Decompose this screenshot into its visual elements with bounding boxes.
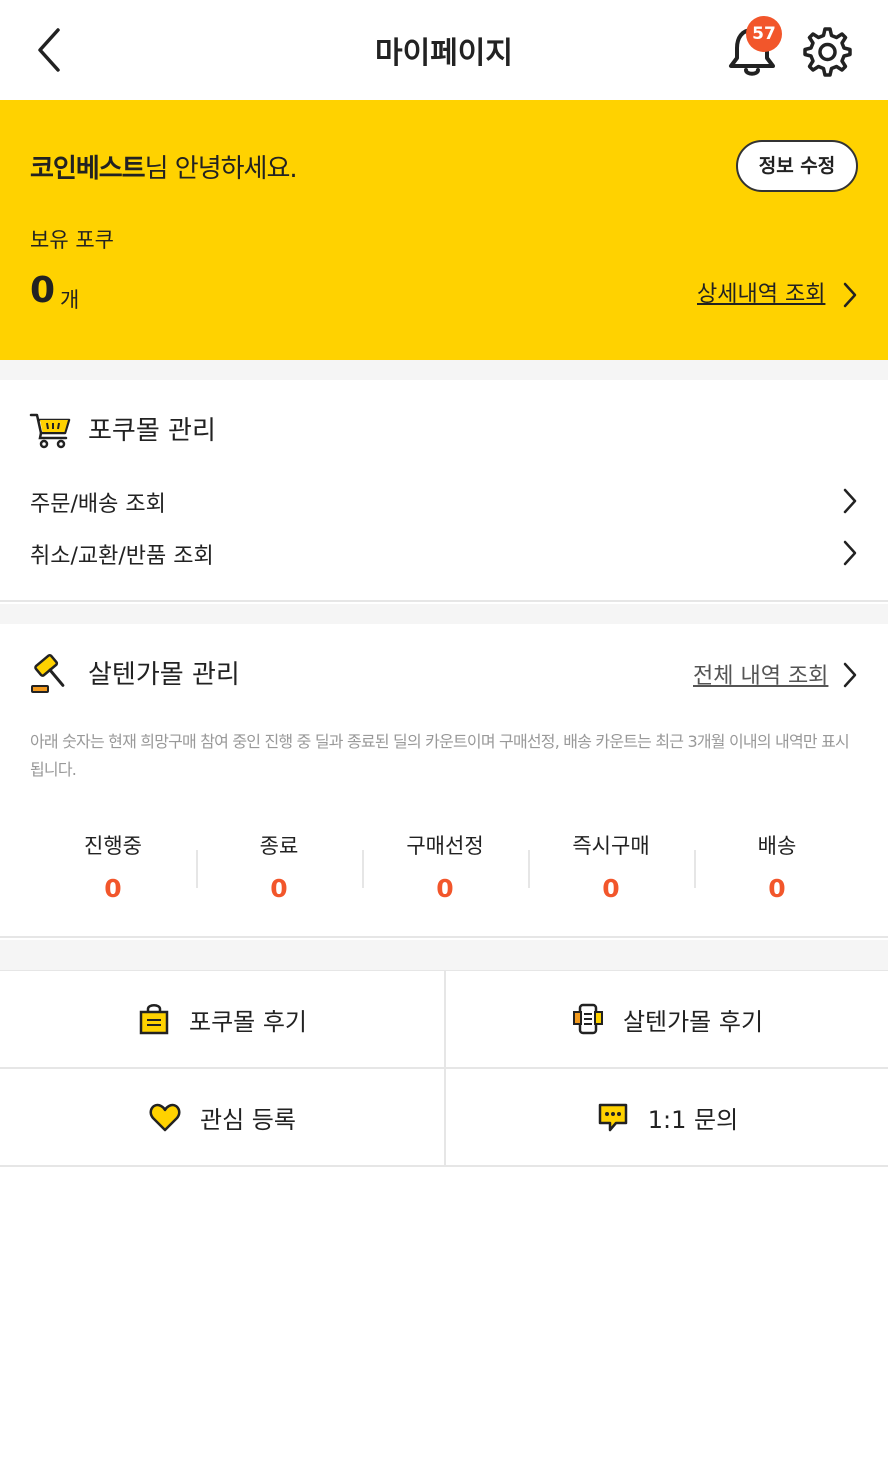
- chevron-right-icon[interactable]: [840, 660, 860, 690]
- phone-review-icon: [572, 1003, 603, 1035]
- shopping-cart-icon: [29, 413, 71, 449]
- greeting-suffix: 님 안녕하세요.: [144, 154, 298, 184]
- pokumall-title: 포쿠몰 관리: [88, 416, 216, 446]
- points-detail-link[interactable]: 상세내역 조회: [697, 276, 825, 308]
- chat-bubble-icon: [598, 1103, 628, 1132]
- count-notice: 아래 숫자는 현재 희망구매 참여 중인 진행 중 딜과 종료된 딜의 카운트이…: [30, 732, 850, 779]
- edit-profile-button[interactable]: 정보 수정: [736, 140, 858, 192]
- stat-value: 0: [270, 874, 288, 903]
- stat-value: 0: [768, 874, 786, 903]
- stat-value: 0: [104, 874, 122, 903]
- profile-banner: 코인베스트님 안녕하세요. 정보 수정 보유 포쿠 0 개 상세내역 조회: [0, 100, 888, 360]
- cancel-exchange-return-label: 취소/교환/반품 조회: [30, 544, 214, 569]
- stat-label: 종료: [259, 834, 299, 858]
- section-gap: [0, 604, 888, 624]
- greeting-text: 코인베스트님 안녕하세요.: [30, 148, 298, 185]
- back-button[interactable]: [30, 26, 70, 74]
- stat-delivery[interactable]: 배송 0: [694, 826, 860, 906]
- saltenga-review-label: 살텐가몰 후기: [622, 1007, 764, 1036]
- stat-instant-purchase[interactable]: 즉시구매 0: [528, 826, 694, 906]
- saltenga-title: 살텐가몰 관리: [88, 660, 240, 690]
- notification-badge: 57: [746, 16, 782, 52]
- stat-label: 배송: [757, 834, 797, 858]
- pokumall-review-label: 포쿠몰 후기: [188, 1007, 308, 1036]
- user-name: 코인베스트: [30, 154, 146, 184]
- all-history-link[interactable]: 전체 내역 조회: [693, 658, 828, 690]
- points-unit: 개: [60, 288, 80, 312]
- chevron-right-icon[interactable]: [840, 280, 860, 310]
- pokumall-review-button[interactable]: 포쿠몰 후기: [0, 971, 444, 1069]
- settings-button[interactable]: [798, 24, 852, 78]
- chevron-right-icon: [843, 540, 857, 566]
- stat-ended[interactable]: 종료 0: [196, 826, 362, 906]
- chevron-left-icon: [38, 28, 60, 72]
- order-delivery-label: 주문/배송 조회: [30, 492, 166, 517]
- stat-value: 0: [436, 874, 454, 903]
- saltenga-review-button[interactable]: 살텐가몰 후기: [444, 971, 888, 1069]
- gear-icon: [803, 27, 852, 77]
- section-gap: [0, 360, 888, 380]
- order-delivery-row[interactable]: 주문/배송 조회: [0, 476, 888, 528]
- shortcut-grid: 포쿠몰 후기 살텐가몰 후기 관심 등록 1:1 문의: [0, 970, 888, 1167]
- saltenga-section: 살텐가몰 관리 전체 내역 조회 아래 숫자는 현재 희망구매 참여 중인 진행…: [0, 624, 888, 938]
- inquiry-label: 1:1 문의: [647, 1105, 739, 1134]
- chevron-right-icon: [843, 488, 857, 514]
- heart-icon: [149, 1103, 181, 1132]
- points-value: 0: [30, 270, 56, 311]
- pokumall-section: 포쿠몰 관리 주문/배송 조회 취소/교환/반품 조회: [0, 380, 888, 602]
- wishlist-button[interactable]: 관심 등록: [0, 1069, 444, 1167]
- deal-stats: 진행중 0 종료 0 구매선정 0 즉시구매 0 배송 0: [30, 826, 860, 906]
- section-gap: [0, 940, 888, 970]
- stat-label: 구매선정: [406, 834, 484, 858]
- stat-value: 0: [602, 874, 620, 903]
- wishlist-label: 관심 등록: [200, 1105, 296, 1134]
- shopping-bag-icon: [139, 1004, 169, 1035]
- top-app-bar: 마이페이지 57: [0, 0, 888, 100]
- cancel-exchange-return-row[interactable]: 취소/교환/반품 조회: [0, 528, 888, 580]
- stat-in-progress[interactable]: 진행중 0: [30, 826, 196, 906]
- inquiry-button[interactable]: 1:1 문의: [444, 1069, 888, 1167]
- auction-gavel-icon: [31, 653, 65, 693]
- stat-label: 진행중: [84, 834, 142, 858]
- points-label: 보유 포쿠: [30, 228, 114, 252]
- stat-purchase-selected[interactable]: 구매선정 0: [362, 826, 528, 906]
- stat-label: 즉시구매: [572, 834, 650, 858]
